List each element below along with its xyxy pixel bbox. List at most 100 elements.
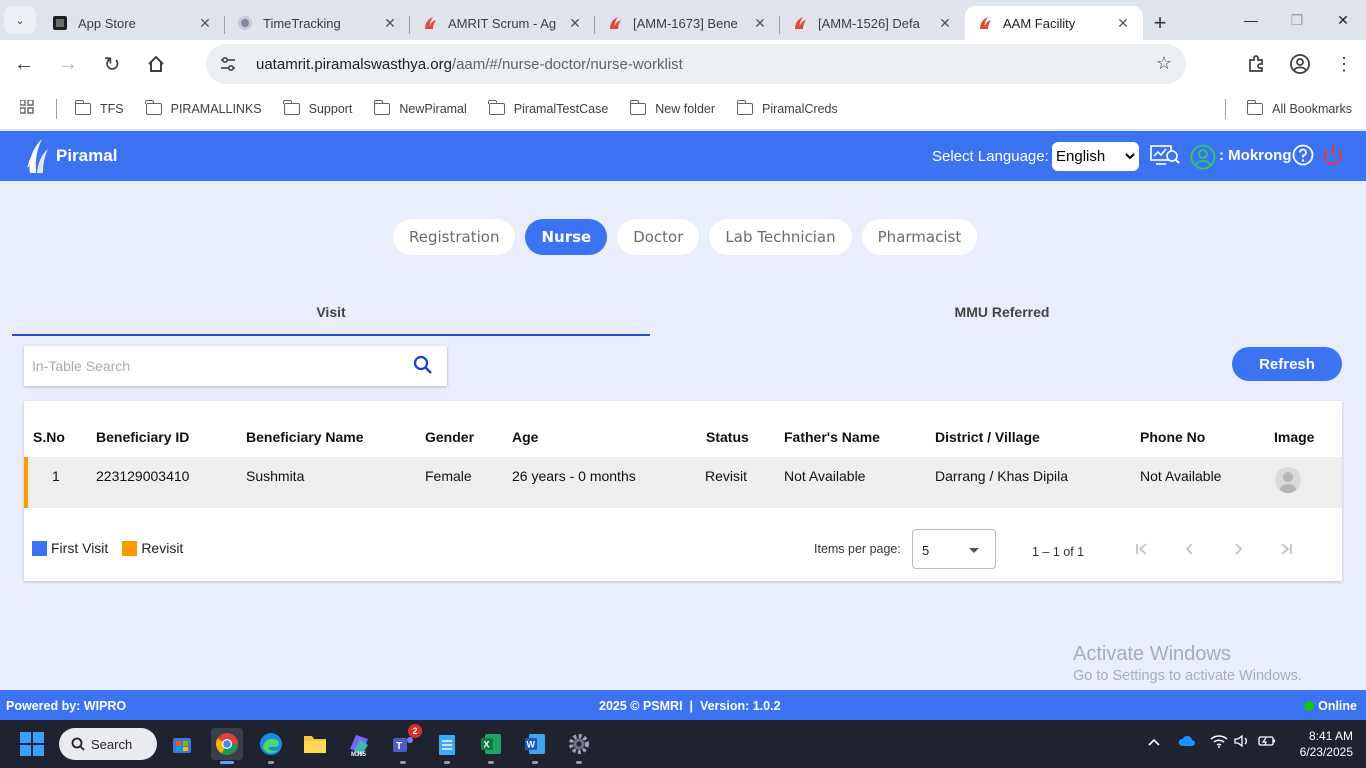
col-age: Age — [512, 429, 539, 445]
close-icon[interactable]: ✕ — [1115, 15, 1131, 32]
chrome-app-icon[interactable] — [211, 728, 243, 760]
piramal-icon — [607, 15, 623, 31]
new-tab-button[interactable]: + — [1143, 6, 1177, 40]
piramal-icon — [422, 15, 438, 31]
cell-beneficiary-id: 223129003410 — [96, 468, 190, 484]
worklist-table-card: S.No Beneficiary ID Beneficiary Name Gen… — [24, 401, 1342, 581]
bookmark-tfs[interactable]: TFS — [74, 99, 124, 116]
last-page-icon[interactable] — [1278, 541, 1294, 562]
role-tab-doctor[interactable]: Doctor — [617, 219, 700, 255]
col-phone-no: Phone No — [1140, 429, 1206, 445]
first-visit-swatch — [32, 540, 47, 556]
edge-app-icon[interactable] — [255, 728, 287, 760]
cell-status: Revisit — [705, 468, 748, 484]
apps-grid-icon[interactable] — [19, 99, 40, 117]
excel-app-icon[interactable]: X — [475, 728, 507, 760]
back-arrow-icon[interactable]: ← — [4, 44, 44, 84]
site-settings-icon[interactable] — [212, 48, 244, 80]
system-clock[interactable]: 8:41 AM 6/23/2025 — [1300, 728, 1353, 760]
close-icon[interactable]: ✕ — [752, 15, 768, 32]
tab-search-button[interactable]: ⌄ — [4, 6, 36, 34]
all-bookmarks[interactable]: All Bookmarks — [1246, 99, 1352, 116]
chrome-menu-icon[interactable]: ⋮ — [1322, 44, 1366, 84]
browser-tab-strip: ⌄ App Store ✕ TimeTracking ✕ AMRIT Scrum… — [0, 0, 1366, 40]
cell-gender: Female — [425, 468, 472, 484]
extensions-icon[interactable] — [1234, 44, 1278, 84]
teams-notification-badge: 2 — [408, 724, 422, 738]
browser-tab-amm-1526[interactable]: [AMM-1526] Defa ✕ — [780, 6, 965, 40]
window-controls: — ❐ ✕ — [1228, 0, 1366, 40]
table-row[interactable]: 1 223129003410 Sushmita Female 26 years … — [24, 457, 1342, 508]
tab-title: [AMM-1526] Defa — [818, 15, 920, 31]
browser-tab-app-store[interactable]: App Store ✕ — [40, 6, 225, 40]
search-icon[interactable] — [413, 355, 433, 378]
cell-fathers-name: Not Available — [784, 468, 866, 484]
previous-page-icon[interactable] — [1182, 541, 1198, 562]
logo-text: Piramal — [56, 146, 118, 165]
browser-tab-amrit-scrum[interactable]: AMRIT Scrum - Ag ✕ — [410, 6, 595, 40]
bookmark-support[interactable]: Support — [283, 99, 352, 116]
restore-icon[interactable]: ❐ — [1274, 0, 1320, 40]
teams-app-icon[interactable]: T 2 — [387, 724, 422, 760]
store-app-icon[interactable] — [166, 728, 198, 760]
wifi-icon[interactable] — [1210, 734, 1228, 751]
m365-app-icon[interactable]: M365 — [343, 728, 375, 760]
windows-start-icon[interactable] — [20, 732, 44, 756]
browser-tab-aam-facility[interactable]: AAM Facility ✕ — [965, 6, 1143, 40]
volume-icon[interactable] — [1234, 734, 1250, 751]
minimize-icon[interactable]: — — [1228, 0, 1274, 40]
close-icon[interactable]: ✕ — [937, 15, 953, 32]
settings-gear-icon[interactable] — [563, 728, 595, 760]
bookmark-piramallinks[interactable]: PIRAMALLINKS — [145, 99, 262, 116]
close-icon[interactable]: ✕ — [382, 15, 398, 32]
search-input[interactable]: In-Table Search — [32, 358, 413, 374]
app-header: Piramal Select Language: English : Mokro… — [0, 131, 1366, 181]
items-per-page-select[interactable]: 5 — [912, 529, 996, 569]
bookmark-piramaltestcase[interactable]: PiramalTestCase — [488, 99, 608, 116]
notepad-app-icon[interactable] — [431, 728, 463, 760]
home-icon[interactable] — [136, 44, 176, 84]
bookmark-new-folder[interactable]: New folder — [629, 99, 715, 116]
table-header: S.No Beneficiary ID Beneficiary Name Gen… — [24, 429, 1342, 455]
word-app-icon[interactable]: W — [519, 728, 551, 760]
refresh-button[interactable]: Refresh — [1232, 347, 1342, 381]
tab-visit[interactable]: Visit — [12, 290, 650, 336]
reload-icon[interactable]: ↻ — [92, 44, 132, 84]
taskbar-search[interactable]: Search — [59, 728, 157, 760]
file-explorer-icon[interactable] — [299, 728, 331, 760]
cell-sno: 1 — [52, 468, 60, 484]
url-text: uatamrit.piramalswasthya.org/aam/#/nurse… — [256, 55, 683, 73]
first-page-icon[interactable] — [1134, 541, 1150, 562]
bookmark-star-icon[interactable]: ☆ — [1156, 53, 1172, 74]
role-tab-registration[interactable]: Registration — [393, 219, 516, 255]
onedrive-cloud-icon[interactable] — [1178, 734, 1196, 750]
close-icon[interactable]: ✕ — [567, 15, 583, 32]
online-status: Online — [1304, 699, 1357, 713]
bookmark-piramalcreds[interactable]: PiramalCreds — [736, 99, 838, 116]
power-logout-icon[interactable] — [1322, 144, 1344, 166]
language-select[interactable]: English — [1052, 142, 1139, 171]
browser-tab-timetracking[interactable]: TimeTracking ✕ — [225, 6, 410, 40]
bookmark-newpiramal[interactable]: NewPiramal — [373, 99, 467, 116]
col-beneficiary-name: Beneficiary Name — [246, 429, 364, 445]
chevron-up-icon[interactable] — [1147, 734, 1161, 750]
forward-arrow-icon[interactable]: → — [48, 44, 88, 84]
tab-mmu-referred[interactable]: MMU Referred — [650, 290, 1354, 336]
role-tab-nurse[interactable]: Nurse — [525, 219, 608, 255]
next-page-icon[interactable] — [1230, 541, 1246, 562]
in-table-search[interactable]: In-Table Search — [24, 346, 447, 386]
folder-icon — [373, 99, 391, 115]
close-icon[interactable]: ✕ — [197, 15, 213, 32]
help-icon[interactable] — [1292, 144, 1314, 166]
close-window-icon[interactable]: ✕ — [1320, 0, 1366, 40]
dashboard-monitor-icon[interactable] — [1150, 144, 1180, 168]
paginator-range: 1 – 1 of 1 — [1032, 545, 1085, 559]
piramal-logo: Piramal — [26, 137, 117, 175]
role-tab-lab-technician[interactable]: Lab Technician — [709, 219, 852, 255]
browser-tab-amm-1673[interactable]: [AMM-1673] Bene ✕ — [595, 6, 780, 40]
role-tab-pharmacist[interactable]: Pharmacist — [861, 219, 978, 255]
battery-icon[interactable] — [1258, 734, 1276, 750]
profile-icon[interactable] — [1278, 44, 1322, 84]
address-bar[interactable]: uatamrit.piramalswasthya.org/aam/#/nurse… — [206, 44, 1186, 84]
visit-legend: First Visit Revisit — [32, 540, 197, 556]
